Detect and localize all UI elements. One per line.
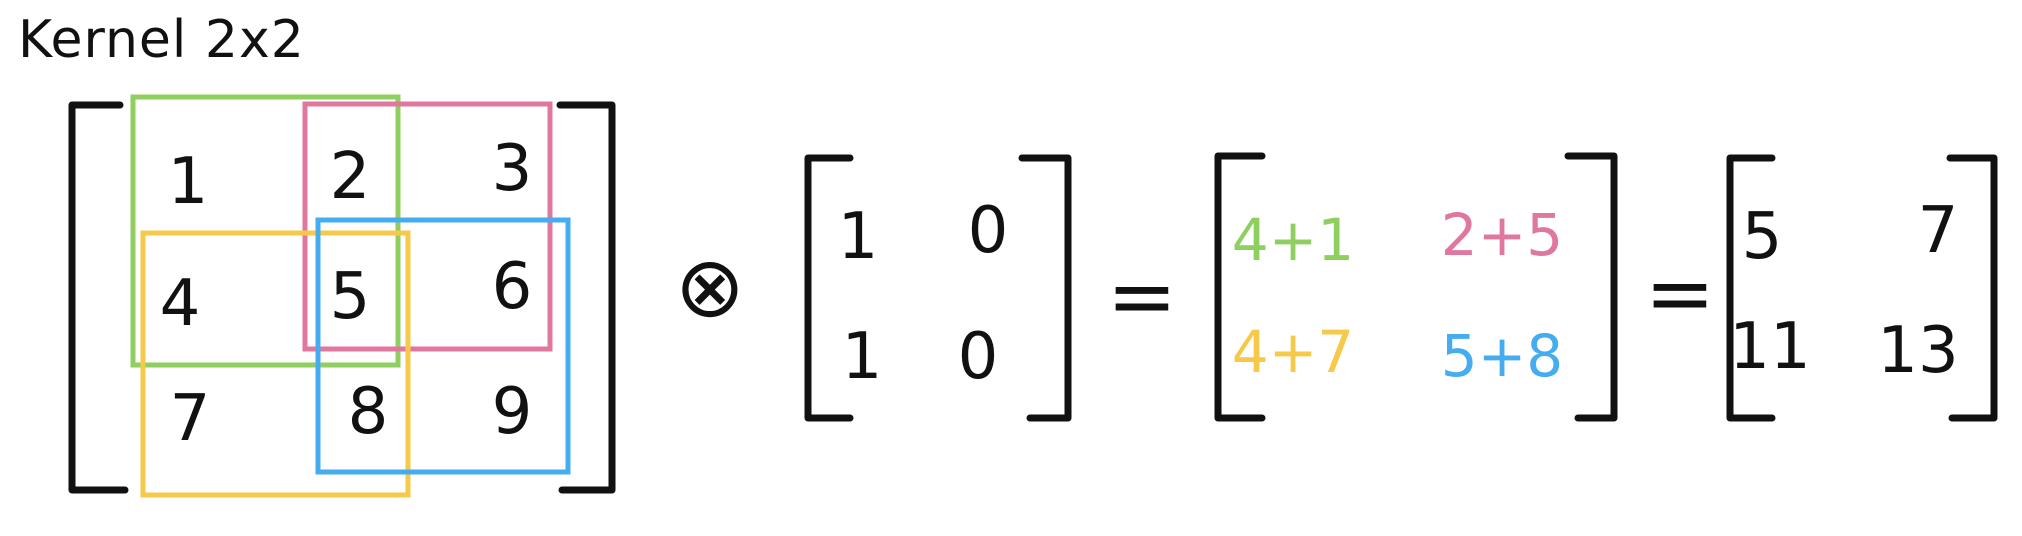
input-cell: 4	[160, 267, 201, 341]
input-cell: 7	[170, 382, 211, 456]
input-cell: 1	[168, 145, 209, 219]
convolution-diagram: 1 2 3 4 5 6 7 8 9 ⊗ 1 0 1 0 = 4+1 2+5 4+…	[68, 94, 1998, 498]
equals-sign: =	[1645, 244, 1715, 342]
sum-right-bracket	[1564, 152, 1618, 422]
sum-cell: 4+1	[1232, 206, 1354, 274]
sum-cell: 2+5	[1441, 201, 1563, 269]
sum-cell: 5+8	[1441, 322, 1563, 390]
result-cell: 13	[1877, 314, 1958, 388]
result-cell: 11	[1729, 310, 1810, 384]
result-cell: 7	[1918, 194, 1959, 268]
input-cell: 8	[348, 375, 389, 449]
kernel-cell: 1	[838, 200, 879, 274]
equals-sign: =	[1107, 247, 1177, 345]
input-left-bracket	[68, 101, 129, 494]
sum-cell: 4+7	[1232, 318, 1354, 386]
input-cell: 3	[492, 132, 533, 206]
kernel-cell: 0	[968, 194, 1009, 268]
kernel-cell: 1	[842, 320, 883, 394]
kernel-cell: 0	[958, 320, 999, 394]
input-cell: 6	[492, 250, 533, 324]
convolution-operator: ⊗	[675, 238, 745, 336]
input-cell: 5	[330, 260, 371, 334]
kernel-right-bracket	[1018, 154, 1072, 422]
input-cell: 9	[492, 375, 533, 449]
result-cell: 5	[1742, 200, 1783, 274]
input-cell: 2	[330, 140, 371, 214]
